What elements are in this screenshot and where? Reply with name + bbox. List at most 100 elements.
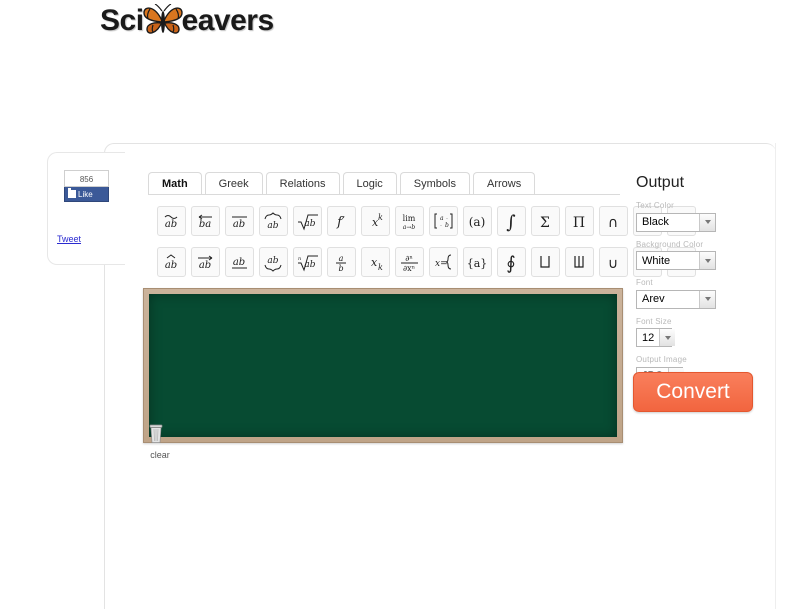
symbol-button-amalgam[interactable]: [565, 247, 594, 277]
symbol-button-nth-root[interactable]: n ab: [293, 247, 322, 277]
facebook-like-button[interactable]: Like: [64, 187, 109, 202]
svg-text:x: x: [371, 256, 378, 269]
svg-text:ab: ab: [267, 256, 278, 266]
tab-relations[interactable]: Relations: [265, 172, 340, 195]
svg-text:ab: ab: [165, 219, 177, 230]
symbol-button-sqrt-ab[interactable]: ab: [293, 206, 322, 236]
background-color-value: White: [642, 254, 671, 267]
symbol-category-tabs: Math Greek Relations Logic Symbols Arrow…: [148, 172, 538, 195]
svg-text:{a}: {a}: [467, 257, 488, 270]
font-value: Arev: [642, 293, 665, 305]
font-size-label: Font Size: [636, 316, 672, 326]
output-panel: Output Text Color Black Background Color…: [636, 174, 746, 394]
chevron-down-icon: [699, 213, 715, 231]
social-sidebar: [47, 152, 125, 265]
symbol-row-1: ab ba ab ab ab f′ xk lim a→b a · · b (a) ∫ Σ…: [157, 206, 696, 236]
symbol-button-square-cup[interactable]: [531, 247, 560, 277]
font-select[interactable]: Arev: [636, 289, 716, 309]
output-title: Output: [636, 174, 685, 191]
symbol-button-hat-ab[interactable]: ab: [157, 247, 186, 277]
background-color-select[interactable]: White: [636, 251, 716, 270]
svg-text:∪: ∪: [608, 256, 618, 272]
tab-logic[interactable]: Logic: [342, 172, 397, 195]
symbol-button-partial-derivative[interactable]: ∂ⁿ ∂xⁿ: [395, 247, 424, 277]
svg-text:lim: lim: [403, 214, 416, 223]
svg-text:ab: ab: [165, 260, 177, 271]
symbol-row-2: ab ab ab ab nab ab xk ∂ⁿ∂xⁿ x= {a} ∮ ∪ ∧: [157, 247, 696, 277]
svg-text:∮: ∮: [506, 253, 515, 273]
tab-symbols[interactable]: Symbols: [399, 172, 470, 195]
tab-greek[interactable]: Greek: [204, 172, 263, 195]
symbol-button-limit[interactable]: lim a→b: [395, 206, 424, 236]
symbol-button-x-subscript-k[interactable]: xk: [361, 247, 390, 277]
symbol-button-fraction[interactable]: ab: [327, 247, 356, 277]
symbol-button-contour-integral[interactable]: ∮: [497, 247, 526, 277]
clear-label[interactable]: clear: [145, 450, 175, 460]
svg-text:ab: ab: [267, 221, 278, 231]
symbol-button-product[interactable]: Π: [565, 206, 594, 236]
symbol-button-intersection[interactable]: ∩: [599, 206, 628, 236]
svg-text:(a): (a): [469, 215, 486, 229]
font-size-value: 12: [642, 331, 655, 344]
svg-text:ab: ab: [233, 257, 245, 268]
symbol-button-integral[interactable]: ∫: [497, 206, 526, 236]
text-color-select[interactable]: Black: [636, 212, 716, 232]
symbol-button-x-superscript-k[interactable]: xk: [361, 206, 390, 236]
svg-text:a: a: [339, 254, 344, 263]
svg-text:∂ⁿ: ∂ⁿ: [405, 254, 413, 263]
symbol-button-parenthesis[interactable]: (a): [463, 206, 492, 236]
svg-text:Σ: Σ: [540, 215, 550, 231]
font-label: Font: [636, 278, 653, 287]
svg-text:k: k: [378, 213, 383, 222]
symbol-button-set-braces[interactable]: {a}: [463, 247, 492, 277]
svg-text:a: a: [440, 215, 444, 222]
convert-button[interactable]: Convert: [633, 372, 753, 412]
chevron-down-icon: [699, 290, 715, 308]
symbol-button-underline-ab[interactable]: ab: [225, 247, 254, 277]
butterfly-icon: [142, 4, 184, 38]
trash-can-icon[interactable]: [148, 424, 164, 444]
tab-arrows[interactable]: Arrows: [472, 172, 536, 195]
symbol-button-union[interactable]: ∪: [599, 247, 628, 277]
site-logo[interactable]: Sci eavers: [100, 4, 274, 38]
symbol-button-matrix[interactable]: a · · b: [429, 206, 458, 236]
symbol-button-summation[interactable]: Σ: [531, 206, 560, 236]
facebook-like-widget[interactable]: 856 Like: [64, 170, 109, 202]
thumbs-up-icon: [68, 188, 76, 198]
svg-text:b: b: [338, 264, 343, 273]
svg-text:x=: x=: [435, 259, 448, 269]
symbol-button-cases[interactable]: x=: [429, 247, 458, 277]
text-color-value: Black: [642, 216, 669, 228]
symbol-button-vec-ab[interactable]: ab: [191, 247, 220, 277]
symbol-button-f-prime[interactable]: f′: [327, 206, 356, 236]
tabs-underline: [148, 194, 620, 195]
facebook-like-label: Like: [78, 189, 93, 199]
svg-text:b: b: [445, 222, 449, 229]
svg-text:∂xⁿ: ∂xⁿ: [403, 264, 416, 273]
chevron-down-icon: [699, 252, 715, 269]
facebook-like-count: 856: [64, 170, 109, 187]
svg-text:ab: ab: [199, 260, 211, 271]
output-image-label: Output Image: [636, 355, 687, 364]
chevron-down-icon: [659, 329, 676, 346]
main-panel-right-edge: [775, 143, 776, 609]
svg-text:f′: f′: [336, 215, 345, 230]
svg-text:ba: ba: [199, 219, 211, 230]
background-color-label: Background Color: [636, 239, 704, 249]
svg-text:ab: ab: [304, 219, 315, 229]
text-color-label: Text Color: [636, 201, 675, 210]
tab-math[interactable]: Math: [148, 172, 202, 195]
symbol-button-tilde-ab[interactable]: ab: [157, 206, 186, 236]
svg-text:a→b: a→b: [403, 224, 416, 231]
symbol-button-overline-ab[interactable]: ab: [225, 206, 254, 236]
symbol-button-overleftarrow-ba[interactable]: ba: [191, 206, 220, 236]
symbol-button-underbrace-ab[interactable]: ab: [259, 247, 288, 277]
chalkboard-canvas[interactable]: [149, 294, 617, 437]
svg-text:ab: ab: [304, 260, 315, 270]
tweet-link[interactable]: Tweet: [57, 234, 81, 244]
svg-text:k: k: [378, 263, 383, 272]
svg-text:Π: Π: [573, 215, 585, 231]
font-size-select[interactable]: 12: [636, 328, 676, 347]
symbol-button-overbrace-ab[interactable]: ab: [259, 206, 288, 236]
svg-text:ab: ab: [233, 219, 245, 230]
